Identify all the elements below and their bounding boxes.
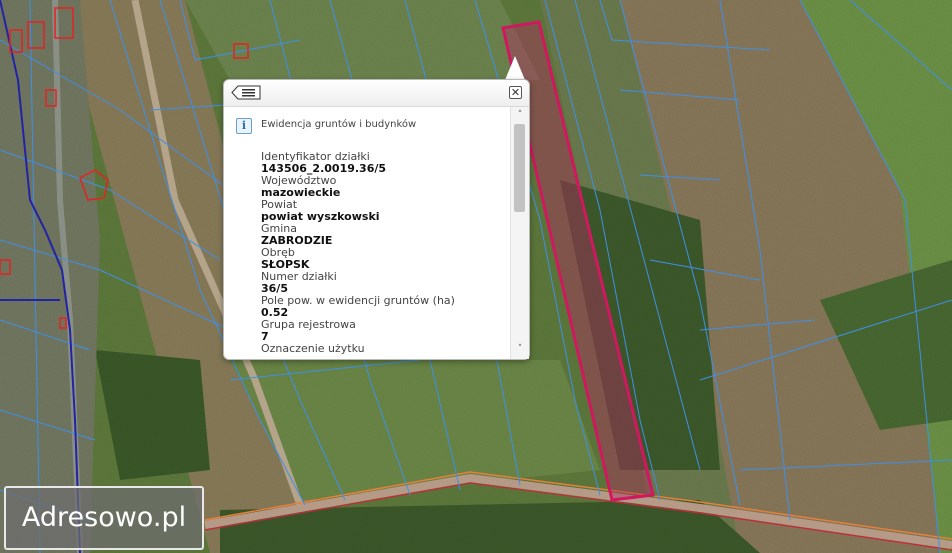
attribute-field: Województwo mazowieckie [261,175,455,199]
scrollbar-thumb[interactable] [514,124,525,212]
popup-header: ✕ [224,80,529,107]
info-icon: i [236,118,252,134]
field-label: Numer działki [261,270,337,283]
feature-info-popup: ✕ i Ewidencja gruntów i budynków Identyf… [223,79,530,360]
popup-scrollbar[interactable]: ˄ ˅ [510,107,529,359]
close-icon[interactable]: ✕ [509,86,522,99]
attribute-field: Numer działki 36/5 [261,271,455,295]
chevron-down-icon[interactable]: ˅ [511,342,529,356]
field-label: Grupa rejestrowa [261,318,356,331]
popup-tip [505,56,525,80]
attribute-field: Gmina ZABRODZIE [261,223,455,247]
list-back-icon[interactable] [231,85,261,100]
attribute-field: Obręb SŁOPSK [261,247,455,271]
attribute-field: Pole pow. w ewidencji gruntów (ha) 0.52 [261,295,455,319]
field-label: Oznaczenie użytku [261,342,365,355]
brand-logo[interactable]: Adresowo.pl [4,486,204,550]
attribute-field: Grupa rejestrowa 7 [261,319,455,343]
attribute-field: Oznaczenie użytku [261,343,455,355]
attribute-field: Powiat powiat wyszkowski [261,199,455,223]
popup-content: i Ewidencja gruntów i budynków Identyfik… [224,107,511,359]
layer-title: Ewidencja gruntów i budynków [261,119,417,130]
chevron-up-icon[interactable]: ˄ [511,108,529,122]
attribute-list: Identyfikator działki 143506_2.0019.36/5… [261,151,455,355]
attribute-field: Identyfikator działki 143506_2.0019.36/5 [261,151,455,175]
field-label: Pole pow. w ewidencji gruntów (ha) [261,294,455,307]
